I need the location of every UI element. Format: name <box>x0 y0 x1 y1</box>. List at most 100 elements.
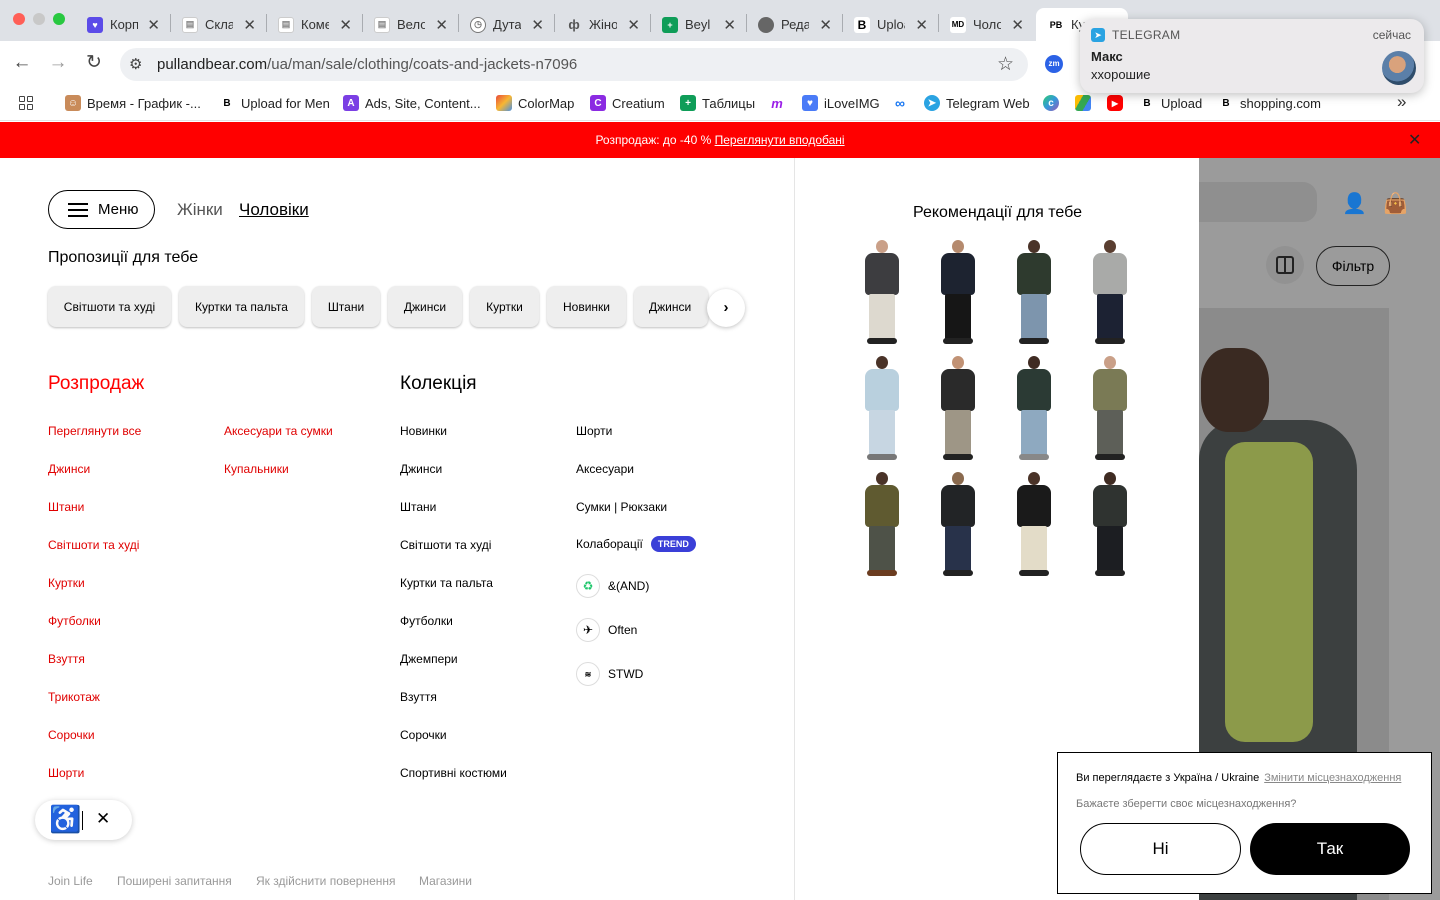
bookmark-item[interactable]: A Ads, Site, Content... <box>343 95 481 111</box>
sale-link[interactable]: Купальники <box>224 462 289 476</box>
suggestion-chip[interactable]: Джинси <box>634 286 708 327</box>
collection-link[interactable]: Світшоти та худі <box>400 538 491 552</box>
more-bookmarks-icon[interactable]: » <box>1397 92 1406 112</box>
accessibility-widget[interactable]: ♿ ✕ <box>35 800 132 840</box>
browser-tab[interactable]: ◷ Дутая куртка ✕ <box>458 8 554 41</box>
bookmark-item[interactable]: B Upload <box>1139 95 1202 111</box>
reload-icon[interactable]: ↻ <box>82 51 106 75</box>
maximize-window-icon[interactable] <box>53 13 65 25</box>
forward-arrow-icon[interactable]: → <box>46 51 70 75</box>
product-thumbnail[interactable] <box>930 470 986 580</box>
youtube-icon[interactable]: ▶ <box>1107 95 1123 111</box>
sale-link[interactable]: Шорти <box>48 766 84 780</box>
product-thumbnail[interactable] <box>1006 470 1062 580</box>
address-bar[interactable]: ⚙ pullandbear.com/ua/man/sale/clothing/c… <box>120 48 1028 81</box>
sale-link[interactable]: Аксесуари та сумки <box>224 424 333 438</box>
bookmark-item[interactable]: + Таблицы <box>680 95 755 111</box>
brand-link[interactable]: ♻ &(AND) <box>576 574 649 598</box>
product-thumbnail[interactable] <box>930 238 986 348</box>
canva-icon[interactable]: c <box>1043 95 1059 111</box>
site-settings-icon[interactable]: ⚙ <box>129 55 142 73</box>
yes-button[interactable]: Так <box>1250 823 1410 875</box>
suggestion-chip[interactable]: Штани <box>312 286 380 327</box>
close-tab-icon[interactable]: ✕ <box>243 16 256 34</box>
bookmark-item[interactable]: B Upload for Men <box>219 95 330 111</box>
product-thumbnail[interactable] <box>930 354 986 464</box>
suggestion-chip[interactable]: Куртки та пальта <box>179 286 304 327</box>
bookmark-item[interactable]: ☺ Время - График -... <box>65 95 201 111</box>
bookmark-item[interactable]: ♥ iLoveIMG <box>802 95 880 111</box>
bookmark-item[interactable]: Bshopping.com <box>1218 95 1321 111</box>
collection-link[interactable]: Футболки <box>400 614 453 628</box>
close-icon[interactable]: ✕ <box>96 809 110 829</box>
close-window-icon[interactable] <box>13 13 25 25</box>
tab-women[interactable]: Жінки <box>177 200 223 220</box>
brand-link[interactable]: ≋ STWD <box>576 662 643 686</box>
collection-link[interactable]: Сумки | Рюкзаки <box>576 500 667 514</box>
close-tab-icon[interactable]: ✕ <box>819 16 832 34</box>
tab-men[interactable]: Чоловіки <box>239 200 309 220</box>
collection-link[interactable]: Куртки та пальта <box>400 576 493 590</box>
close-tab-icon[interactable]: ✕ <box>1011 16 1024 34</box>
product-thumbnail[interactable] <box>1082 354 1138 464</box>
sale-link[interactable]: Світшоти та худі <box>48 538 139 552</box>
footer-link[interactable]: Join Life <box>48 874 93 888</box>
zoom-extension-icon[interactable]: zm <box>1045 55 1063 73</box>
sale-link[interactable]: Переглянути все <box>48 424 141 438</box>
chevron-right-icon[interactable]: › <box>707 289 745 327</box>
browser-tab[interactable]: ф Жіночий ✕ <box>554 8 650 41</box>
close-tab-icon[interactable]: ✕ <box>531 16 544 34</box>
collection-link[interactable]: Сорочки <box>400 728 447 742</box>
collection-link[interactable]: Аксесуари <box>576 462 634 476</box>
collection-link[interactable]: Шорти <box>576 424 612 438</box>
sale-link[interactable]: Джинси <box>48 462 90 476</box>
collection-link[interactable]: Взуття <box>400 690 437 704</box>
sale-link[interactable]: Футболки <box>48 614 101 628</box>
close-tab-icon[interactable]: ✕ <box>915 16 928 34</box>
menu-button[interactable]: Меню <box>48 190 155 229</box>
close-tab-icon[interactable]: ✕ <box>627 16 640 34</box>
product-thumbnail[interactable] <box>1006 238 1062 348</box>
collection-link[interactable]: Новинки <box>400 424 447 438</box>
change-location-link[interactable]: Змінити місцезнаходження <box>1264 772 1401 784</box>
product-thumbnail[interactable] <box>1082 238 1138 348</box>
close-tab-icon[interactable]: ✕ <box>147 16 160 34</box>
browser-tab[interactable]: ▤ Велосипед ✕ <box>362 8 458 41</box>
product-thumbnail[interactable] <box>854 470 910 580</box>
browser-tab[interactable]: + Beyl ✕ <box>650 8 746 41</box>
brand-link[interactable]: ✈ Often <box>576 618 637 642</box>
collection-link[interactable]: Джинси <box>400 462 442 476</box>
suggestion-chip[interactable]: Новинки <box>547 286 626 327</box>
close-tab-icon[interactable]: ✕ <box>339 16 352 34</box>
accessibility-icon[interactable]: ♿ <box>49 804 81 835</box>
m-icon[interactable]: m <box>769 95 785 111</box>
suggestion-chip[interactable]: Світшоти та худі <box>48 286 171 327</box>
footer-link[interactable]: Поширені запитання <box>117 874 232 888</box>
browser-tab[interactable]: ♥ Корпоративний ✕ <box>75 8 170 41</box>
product-thumbnail[interactable] <box>1006 354 1062 464</box>
sale-title[interactable]: Розпродаж <box>48 373 144 395</box>
close-tab-icon[interactable]: ✕ <box>723 16 736 34</box>
sale-link[interactable]: Куртки <box>48 576 85 590</box>
product-thumbnail[interactable] <box>1082 470 1138 580</box>
telegram-notification[interactable]: ➤ TELEGRAM сейчас Макс ххорошие <box>1080 19 1424 93</box>
browser-tab[interactable]: ▤ Склад ✕ <box>170 8 266 41</box>
apps-grid-icon[interactable] <box>19 96 33 110</box>
minimize-window-icon[interactable] <box>33 13 45 25</box>
close-icon[interactable]: ✕ <box>1408 130 1421 150</box>
meta-icon[interactable]: ∞ <box>892 95 908 111</box>
sale-link[interactable]: Сорочки <box>48 728 95 742</box>
collection-link[interactable]: Спортивні костюми <box>400 766 507 780</box>
google-drive-icon[interactable] <box>1075 95 1091 111</box>
no-button[interactable]: Ні <box>1080 823 1241 875</box>
bookmark-star-icon[interactable]: ☆ <box>997 53 1014 76</box>
collaborations-link[interactable]: Колаборації TREND <box>576 536 696 552</box>
bookmark-item[interactable]: C Creatium <box>590 95 665 111</box>
suggestion-chip[interactable]: Джинси <box>388 286 462 327</box>
bookmark-item[interactable]: ➤ Telegram Web <box>924 95 1030 111</box>
product-thumbnail[interactable] <box>854 238 910 348</box>
sale-link[interactable]: Штани <box>48 500 84 514</box>
browser-tab[interactable]: B Upload ✕ <box>842 8 938 41</box>
collection-link[interactable]: Штани <box>400 500 436 514</box>
suggestion-chip[interactable]: Куртки <box>470 286 539 327</box>
